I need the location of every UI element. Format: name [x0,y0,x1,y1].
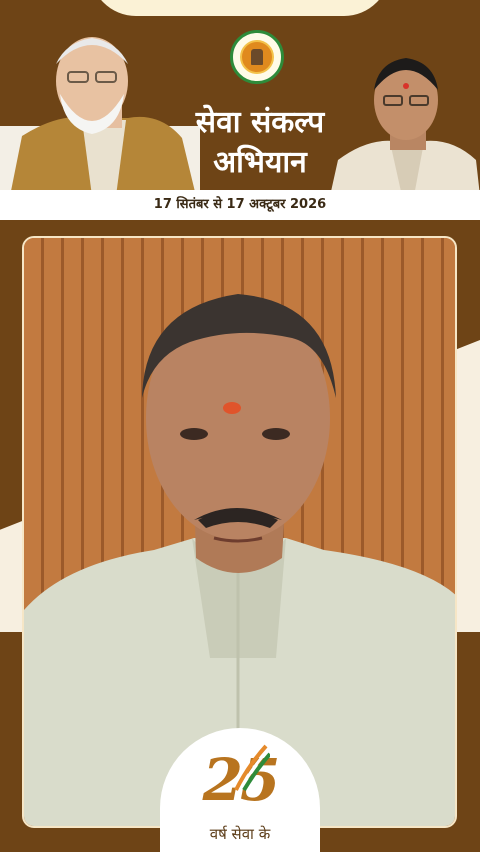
date-range-strip: 17 सितंबर से 17 अक्टूबर 2026 [0,190,480,220]
badge-text: वर्ष सेवा के [209,825,271,843]
campaign-header: सेवा संकल्प अभियान [0,0,480,195]
top-arc-decoration [90,0,390,16]
right-leader-portrait [330,58,480,195]
state-emblem-icon [230,30,284,84]
flag-ribbon-icon [234,744,270,792]
